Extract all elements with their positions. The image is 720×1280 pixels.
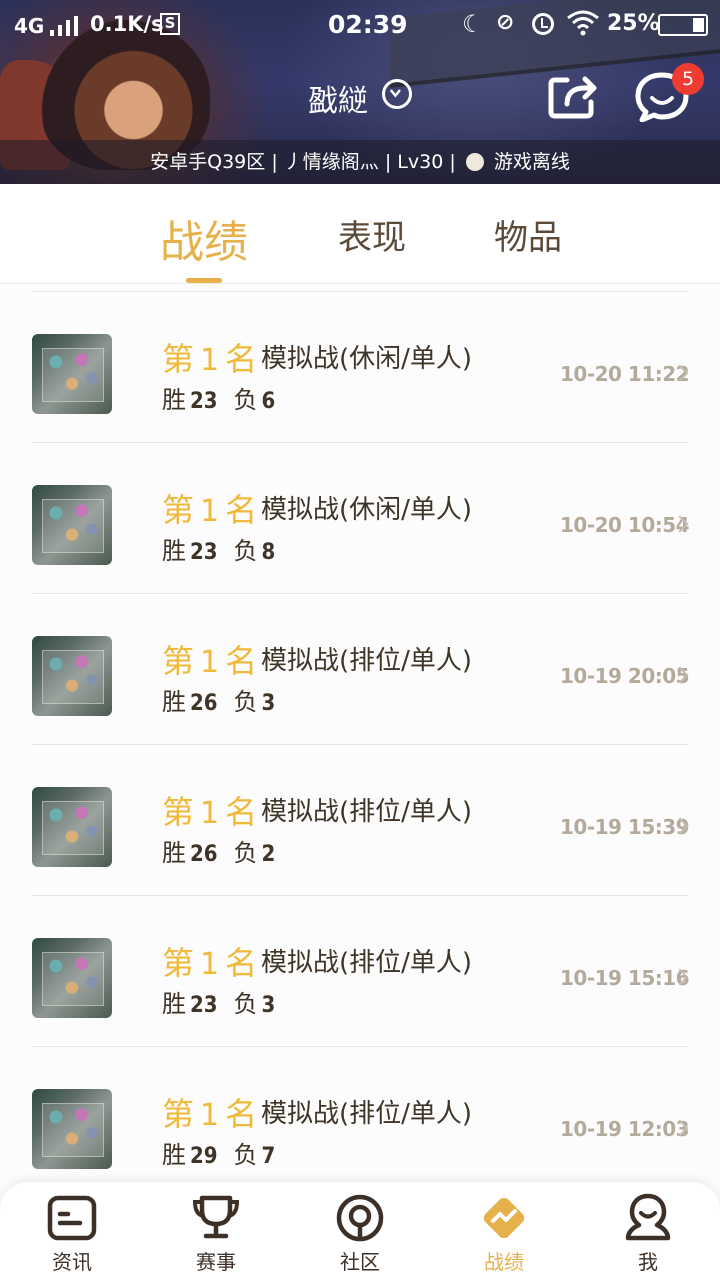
record-icon — [483, 1197, 525, 1239]
match-time: 10-19 15:16 — [560, 966, 690, 990]
match-win-loss: 胜 29 负 7 — [162, 1141, 276, 1169]
match-row[interactable]: 第1名 模拟战(排位/单人) 胜 26 负 3 10-19 20:05 — [0, 594, 720, 745]
share-icon[interactable] — [547, 72, 599, 120]
community-icon — [336, 1194, 384, 1242]
signal-icon — [50, 16, 80, 36]
nav-events-label: 赛事 — [196, 1250, 236, 1274]
match-win-loss: 胜 23 负 8 — [162, 537, 276, 565]
network-speed: 0.1K/s — [90, 12, 164, 36]
match-win-loss: 胜 26 负 2 — [162, 839, 276, 867]
nav-events[interactable]: 赛事 — [144, 1182, 288, 1280]
news-icon — [47, 1195, 97, 1241]
info-separator: | — [271, 151, 278, 173]
match-row[interactable]: 第1名 模拟战(休闲/单人) 胜 23 负 8 10-20 10:54 — [0, 443, 720, 594]
tab-performance[interactable]: 表现 — [338, 210, 406, 259]
match-row[interactable]: 第1名 模拟战(排位/单人) 胜 23 负 3 10-19 15:16 — [0, 896, 720, 1047]
nav-profile[interactable]: 我 — [576, 1182, 720, 1280]
profile-header: 4G 0.1K/s S 02:39 ☾ ⊘ 25% 戤縌 5 安卓手Q39区 |… — [0, 0, 720, 184]
info-separator: | — [449, 151, 456, 173]
battery-icon — [658, 14, 708, 36]
nav-community-label: 社区 — [340, 1250, 380, 1274]
nav-community[interactable]: 社区 — [288, 1182, 432, 1280]
player-info-bar: 安卓手Q39区 | 丿情缘阁灬 | Lv30 | 游戏离线 — [0, 140, 720, 184]
alarm-icon — [532, 13, 554, 35]
match-mode: 模拟战(休闲/单人) — [261, 495, 473, 525]
match-mode: 模拟战(排位/单人) — [261, 948, 473, 978]
match-mode: 模拟战(排位/单人) — [261, 797, 473, 827]
message-badge: 5 — [672, 63, 704, 95]
server-label: 安卓手Q39区 — [150, 151, 266, 173]
player-name[interactable]: 戤縌 — [308, 76, 368, 120]
match-mode: 模拟战(排位/单人) — [261, 1099, 473, 1129]
level-label: Lv30 — [397, 151, 444, 173]
match-thumbnail — [32, 334, 112, 414]
match-row[interactable]: 第1名 模拟战(排位/单人) 胜 29 负 7 10-19 12:03 — [0, 1047, 720, 1185]
tab-items[interactable]: 物品 — [494, 210, 562, 259]
match-row[interactable]: 第1名 模拟战(排位/单人) 胜 26 负 2 10-19 15:39 — [0, 745, 720, 896]
moon-icon: ☾ — [462, 10, 484, 38]
match-time: 10-19 20:05 — [560, 664, 690, 688]
info-separator: | — [384, 151, 392, 173]
match-thumbnail — [32, 1089, 112, 1169]
s-app-icon: S — [160, 13, 180, 35]
chevron-down-icon[interactable] — [382, 79, 412, 109]
match-thumbnail — [32, 787, 112, 867]
nav-profile-label: 我 — [638, 1250, 658, 1274]
match-rank: 第1名 — [162, 1095, 258, 1133]
match-rank: 第1名 — [162, 642, 258, 680]
nav-news[interactable]: 资讯 — [0, 1182, 144, 1280]
match-time: 10-20 10:54 — [560, 513, 690, 537]
online-status-dot — [465, 153, 484, 171]
match-win-loss: 胜 23 负 3 — [162, 990, 276, 1018]
match-mode: 模拟战(排位/单人) — [261, 646, 473, 676]
nav-news-label: 资讯 — [52, 1250, 92, 1274]
match-mode: 模拟战(休闲/单人) — [261, 344, 473, 374]
match-time: 10-20 11:22 — [560, 362, 690, 386]
match-win-loss: 胜 23 负 6 — [162, 386, 276, 414]
match-list[interactable]: 第1名 模拟战(休闲/单人) 胜 23 负 6 10-20 11:22 第1名 模拟战… — [0, 285, 720, 1185]
match-rank: 第1名 — [162, 340, 258, 378]
active-tab-indicator — [186, 278, 222, 283]
mute-icon: ⊘ — [496, 10, 515, 35]
battery-percent: 25% — [607, 11, 660, 36]
match-thumbnail — [32, 636, 112, 716]
wifi-icon — [567, 10, 599, 36]
status-bar: 4G 0.1K/s S 02:39 ☾ ⊘ 25% — [0, 0, 720, 50]
nav-record[interactable]: 战绩 — [432, 1182, 576, 1280]
status-time: 02:39 — [328, 10, 408, 39]
match-time: 10-19 15:39 — [560, 815, 690, 839]
match-thumbnail — [32, 485, 112, 565]
title-bar: 戤縌 5 — [0, 62, 720, 132]
tab-record[interactable]: 战绩 — [160, 206, 248, 270]
match-rank: 第1名 — [162, 944, 258, 982]
tab-bar: 战绩 表现 物品 — [0, 184, 720, 284]
trophy-icon — [192, 1195, 240, 1239]
profile-icon — [625, 1193, 671, 1241]
match-rank: 第1名 — [162, 491, 258, 529]
match-thumbnail — [32, 938, 112, 1018]
network-type: 4G — [14, 14, 45, 38]
bottom-nav: 资讯 赛事 社区 战绩 我 — [0, 1182, 720, 1280]
nav-record-label: 战绩 — [484, 1250, 524, 1274]
match-win-loss: 胜 26 负 3 — [162, 688, 276, 716]
online-status-label: 游戏离线 — [493, 151, 570, 173]
match-rank: 第1名 — [162, 793, 258, 831]
match-time: 10-19 12:03 — [560, 1117, 690, 1141]
match-row[interactable]: 第1名 模拟战(休闲/单人) 胜 23 负 6 10-20 11:22 — [0, 292, 720, 443]
guild-label: 丿情缘阁灬 — [283, 151, 379, 173]
